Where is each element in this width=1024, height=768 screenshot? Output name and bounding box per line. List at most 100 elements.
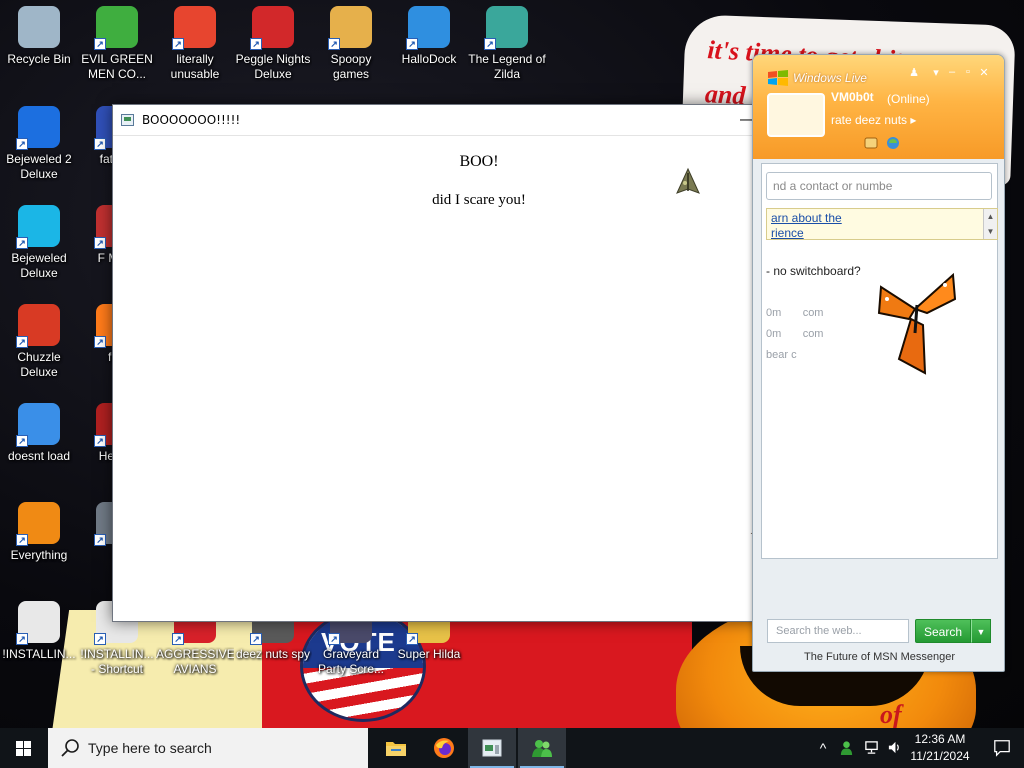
taskbar-boo-window[interactable] bbox=[468, 728, 516, 768]
network-icon[interactable] bbox=[860, 728, 882, 768]
literally-unusable-icon: ↗ bbox=[172, 6, 216, 50]
peggle-nights-icon: ↗ bbox=[250, 6, 294, 50]
desktop-icon-installing-1[interactable]: ↗ !INSTALLIN... bbox=[0, 595, 78, 689]
desktop-icon-label: deez nuts spy bbox=[235, 647, 311, 661]
contact-group-header[interactable]: - no switchboard? bbox=[766, 264, 861, 278]
boo-window-content: BOO! did I scare you! ︿ ﹀ bbox=[113, 137, 863, 621]
desktop-icon-label: !INSTALLIN... - Shortcut bbox=[80, 647, 154, 676]
shortcut-arrow-icon: ↗ bbox=[328, 38, 340, 50]
shortcut-arrow-icon: ↗ bbox=[16, 336, 28, 348]
contact-entry[interactable]: 0m com bbox=[766, 307, 823, 319]
app-window-icon bbox=[121, 114, 134, 126]
display-name[interactable]: VM0b0t bbox=[831, 90, 874, 104]
shortcut-arrow-icon: ↗ bbox=[94, 138, 106, 150]
shortcut-arrow-icon: ↗ bbox=[172, 633, 184, 645]
chuzzle-deluxe-icon: ↗ bbox=[16, 304, 60, 348]
clock-time: 12:36 AM bbox=[914, 732, 966, 746]
shortcut-arrow-icon: ↗ bbox=[16, 534, 28, 546]
shortcut-arrow-icon: ↗ bbox=[94, 633, 106, 645]
desktop-icon-peggle-nights[interactable]: ↗ Peggle Nights Deluxe bbox=[234, 0, 312, 94]
application-window-icon bbox=[482, 739, 502, 757]
start-button[interactable] bbox=[0, 728, 48, 768]
shortcut-arrow-icon: ↗ bbox=[16, 237, 28, 249]
taskbar-messenger[interactable] bbox=[518, 728, 566, 768]
contact-entry-prefix: 0m bbox=[766, 328, 782, 340]
desktop-icon-doesnt-load[interactable]: ↗ doesnt load bbox=[0, 397, 78, 491]
learn-more-link-line-1[interactable]: arn about the bbox=[771, 211, 842, 225]
desktop-icon-chuzzle-deluxe[interactable]: ↗ Chuzzle Deluxe bbox=[0, 298, 78, 392]
desktop-icon-bejeweled-2[interactable]: ↗ Bejeweled 2 Deluxe bbox=[0, 100, 78, 194]
banner-scroll-icon[interactable]: ▲ ▼ bbox=[983, 209, 997, 239]
boo-subtext: did I scare you! bbox=[432, 192, 526, 208]
search-options-dropdown-icon[interactable]: ▼ bbox=[971, 619, 991, 643]
web-search-placeholder: Search the web... bbox=[776, 625, 862, 637]
messenger-maximize-button[interactable]: ▫ bbox=[961, 66, 975, 78]
learn-more-banner[interactable]: arn about the rience ▲ ▼ bbox=[766, 208, 998, 240]
taskbar-clock[interactable]: 12:36 AM 11/21/2024 bbox=[906, 731, 974, 765]
shortcut-arrow-icon: ↗ bbox=[250, 38, 262, 50]
boo-window-titlebar[interactable]: BOOOOOOO!!!!! — ☐ ✕ bbox=[113, 105, 863, 136]
web-search-button[interactable]: Search bbox=[915, 619, 971, 643]
shortcut-arrow-icon: ↗ bbox=[328, 633, 340, 645]
taskbar-search-placeholder: Type here to search bbox=[88, 740, 212, 756]
show-hidden-icons-button[interactable]: ^ bbox=[814, 728, 832, 768]
desktop-icon-label: Recycle Bin bbox=[7, 52, 71, 66]
menu-dropdown-icon[interactable]: ▾ bbox=[929, 66, 943, 79]
desktop-icon-literally-unusable[interactable]: ↗ literally unusable bbox=[156, 0, 234, 94]
contact-search-input[interactable]: nd a contact or numbe bbox=[766, 172, 992, 200]
contact-entry[interactable]: 0m com bbox=[766, 328, 823, 340]
recycle-bin-icon bbox=[18, 6, 60, 48]
search-icon bbox=[61, 739, 79, 757]
messenger-footer: The Future of MSN Messenger bbox=[803, 651, 955, 663]
desktop-icon-label: EVIL GREEN MEN CO... bbox=[81, 52, 153, 81]
contact-entry-suffix: com bbox=[802, 307, 824, 319]
taskbar-firefox[interactable] bbox=[420, 728, 468, 768]
web-search-input[interactable]: Search the web... bbox=[767, 619, 909, 643]
messenger-minimize-button[interactable]: – bbox=[945, 66, 959, 78]
messenger-window[interactable]: Windows Live ♟ ▾ – ▫ ✕ VM0b0t (Online) r… bbox=[752, 54, 1005, 672]
messenger-tray-icon bbox=[840, 741, 852, 755]
shortcut-arrow-icon: ↗ bbox=[94, 336, 106, 348]
legend-of-zilda-icon: ↗ bbox=[484, 6, 528, 50]
windows-logo-icon bbox=[16, 741, 32, 756]
desktop-icon-label: Graveyard Party Scre... bbox=[317, 647, 385, 676]
taskbar-search-box[interactable]: Type here to search bbox=[48, 728, 368, 768]
speaker-tray-icon bbox=[888, 741, 899, 754]
window-title: BOOOOOOO!!!!! bbox=[142, 113, 241, 127]
desktop-icon-hallodock[interactable]: ↗ HalloDock bbox=[390, 0, 468, 94]
butterfly-icon bbox=[877, 272, 957, 375]
people-icon[interactable]: ♟ bbox=[907, 66, 921, 79]
shortcut-arrow-icon: ↗ bbox=[250, 633, 262, 645]
online-status[interactable]: (Online) bbox=[887, 92, 930, 106]
folder-icon bbox=[386, 742, 406, 756]
action-center-button[interactable] bbox=[980, 728, 1024, 768]
firefox-icon bbox=[434, 738, 454, 758]
display-picture[interactable] bbox=[767, 93, 825, 137]
desktop-icon-bejeweled-deluxe[interactable]: ↗ Bejeweled Deluxe bbox=[0, 199, 78, 293]
desktop-icon-spoopy-games[interactable]: ↗ Spoopy games bbox=[312, 0, 390, 94]
doesnt-load-icon: ↗ bbox=[16, 403, 60, 447]
personal-message[interactable]: rate deez nuts ▸ bbox=[831, 113, 916, 127]
desktop-icon-evil-green-men[interactable]: ↗ EVIL GREEN MEN CO... bbox=[78, 0, 156, 94]
personal-message-text: rate deez nuts bbox=[831, 113, 908, 127]
network-tray-icon bbox=[864, 741, 878, 754]
tray-messenger-icon[interactable] bbox=[836, 728, 856, 768]
hallodock-icon: ↗ bbox=[406, 6, 450, 50]
taskbar: Type here to search ^ 12:36 AM 11/21/202… bbox=[0, 728, 1024, 768]
everything-icon: ↗ bbox=[16, 502, 60, 546]
shortcut-arrow-icon: ↗ bbox=[16, 633, 28, 645]
taskbar-file-explorer[interactable] bbox=[372, 728, 420, 768]
installing-1-icon: ↗ bbox=[16, 601, 60, 645]
messenger-close-button[interactable]: ✕ bbox=[977, 66, 991, 79]
contact-entry[interactable]: bear c bbox=[766, 349, 797, 361]
windows-flag-icon bbox=[768, 70, 788, 86]
learn-more-link-line-2[interactable]: rience bbox=[771, 226, 804, 240]
desktop-icon-legend-of-zilda[interactable]: ↗ The Legend of Zilda bbox=[468, 0, 546, 94]
shortcut-arrow-icon: ↗ bbox=[406, 633, 418, 645]
desktop-icon-recycle-bin[interactable]: Recycle Bin bbox=[0, 0, 78, 94]
messenger-brand: Windows Live bbox=[793, 71, 867, 85]
messenger-shortcut-icons[interactable] bbox=[863, 135, 903, 151]
volume-icon[interactable] bbox=[884, 728, 904, 768]
desktop-icon-label: Spoopy games bbox=[330, 52, 372, 81]
desktop-icon-everything[interactable]: ↗ Everything bbox=[0, 496, 78, 590]
